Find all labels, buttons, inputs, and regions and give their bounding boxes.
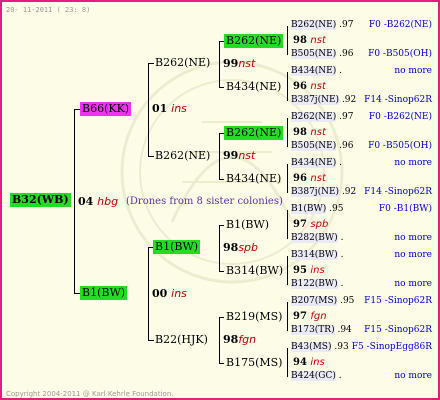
gen4-queen[interactable]: B314(BW) . [291, 250, 343, 261]
gen2-queen[interactable]: B22(HJK) [153, 333, 210, 347]
connector [287, 348, 288, 377]
pedigree-frame: 20- 11-2011 ( 23: 8) B32(WB) 04 hbg (Dro… [0, 0, 440, 400]
lineage-link[interactable]: F15 -Sinop62R [364, 296, 432, 307]
gen2-queen[interactable]: B262(NE) [153, 149, 212, 163]
lineage-link[interactable]: F14 -Sinop62R [364, 187, 432, 198]
gen-number: 96 nst [293, 173, 326, 184]
connector [219, 225, 220, 271]
root-number: 04 hbg [78, 195, 119, 208]
gen4-queen[interactable]: B387j(NE) .92 [291, 187, 356, 198]
gen-number: 97 fgn [293, 311, 327, 322]
gen3-queen[interactable]: B434(NE) [224, 80, 283, 94]
lineage-link[interactable]: F0 -B1(BW) [379, 204, 432, 215]
gen3-queen[interactable]: B175(MS) [224, 356, 284, 370]
gen-number: 94 ins [293, 357, 325, 368]
gen4-queen[interactable]: B505(NE) .96 [291, 49, 353, 60]
gen2-queen[interactable]: B1(BW) [153, 240, 201, 254]
connector [219, 41, 220, 87]
gen4-queen[interactable]: B122(BW) . [291, 279, 343, 290]
lineage-link[interactable]: no more [394, 371, 432, 382]
gen4-queen[interactable]: B262(NE) .97 [291, 20, 353, 31]
connector [74, 109, 75, 294]
gen3-queen[interactable]: B262(NE) [224, 126, 284, 140]
lineage-link[interactable]: F5 -SinopEgg86R [352, 342, 432, 353]
gen-number: 98fgn [223, 333, 257, 346]
connector [287, 256, 288, 285]
gen4-queen[interactable]: B173(TR) .94 [291, 325, 352, 336]
lineage-link[interactable]: F15 -Sinop62R [364, 325, 432, 336]
gen4-queen[interactable]: B434(NE) . [291, 66, 342, 77]
drone-source-queen[interactable]: B1(BW) [80, 286, 128, 300]
gen3-queen[interactable]: B1(BW) [224, 218, 271, 232]
gen4-queen[interactable]: B424(GC) . [291, 371, 342, 382]
gen3-queen[interactable]: B219(MS) [224, 310, 284, 324]
connector [287, 72, 288, 101]
gen4-queen[interactable]: B1(BW) .95 [291, 204, 343, 215]
connector [287, 302, 288, 331]
gen4-queen[interactable]: B262(NE) .97 [291, 112, 353, 123]
gen3-queen[interactable]: B314(BW) [224, 264, 285, 278]
gen-number: 00 ins [152, 287, 187, 300]
connector [287, 210, 288, 239]
root-queen[interactable]: B32(WB) [10, 193, 71, 207]
lineage-link[interactable]: F0 -B505(OH) [368, 49, 432, 60]
lineage-link[interactable]: F0 -B505(OH) [368, 141, 432, 152]
connector [148, 247, 149, 340]
gen4-queen[interactable]: B282(BW) . [291, 233, 343, 244]
gen2-queen[interactable]: B262(NE) [153, 56, 212, 70]
gen-number: 99nst [223, 57, 256, 70]
gen-number: 98 nst [293, 127, 326, 138]
gen-number: 96 nst [293, 81, 326, 92]
lineage-link[interactable]: no more [394, 250, 432, 261]
lineage-link[interactable]: no more [394, 279, 432, 290]
gen-number: 01 ins [152, 102, 187, 115]
gen-number: 99nst [223, 149, 256, 162]
gen4-queen[interactable]: B43(MS) .93 [291, 342, 349, 353]
connector [148, 63, 149, 156]
copyright-footer: Copyright 2004-2011 @ Karl Kehrle Founda… [6, 390, 174, 398]
lineage-link[interactable]: F0 -B262(NE) [369, 20, 432, 31]
gen-number: 98spb [223, 241, 259, 254]
gen-number: 95 ins [293, 265, 325, 276]
lineage-link[interactable]: F14 -Sinop62R [364, 95, 432, 106]
connector [219, 317, 220, 363]
connector [219, 133, 220, 179]
lineage-link[interactable]: no more [394, 233, 432, 244]
gen4-queen[interactable]: B207(MS) .95 [291, 296, 354, 307]
header-timestamp: 20- 11-2011 ( 23: 8) [6, 6, 91, 14]
lineage-link[interactable]: no more [394, 158, 432, 169]
gen3-queen[interactable]: B434(NE) [224, 172, 283, 186]
connector [287, 118, 288, 147]
connector [287, 164, 288, 193]
connector [287, 26, 288, 55]
lineage-link[interactable]: F0 -B262(NE) [369, 112, 432, 123]
lineage-link[interactable]: no more [394, 66, 432, 77]
gen-number: 98 nst [293, 35, 326, 46]
gen4-queen[interactable]: B505(NE) .96 [291, 141, 353, 152]
gen4-queen[interactable]: B434(NE) . [291, 158, 342, 169]
drone-note: (Drones from 8 sister colonies) [126, 196, 283, 207]
gen3-queen[interactable]: B262(NE) [224, 34, 284, 48]
gen-number: 97 spb [293, 219, 329, 230]
gen4-queen[interactable]: B387j(NE) .92 [291, 95, 356, 106]
mother-queen[interactable]: B66(KK) [80, 102, 132, 116]
